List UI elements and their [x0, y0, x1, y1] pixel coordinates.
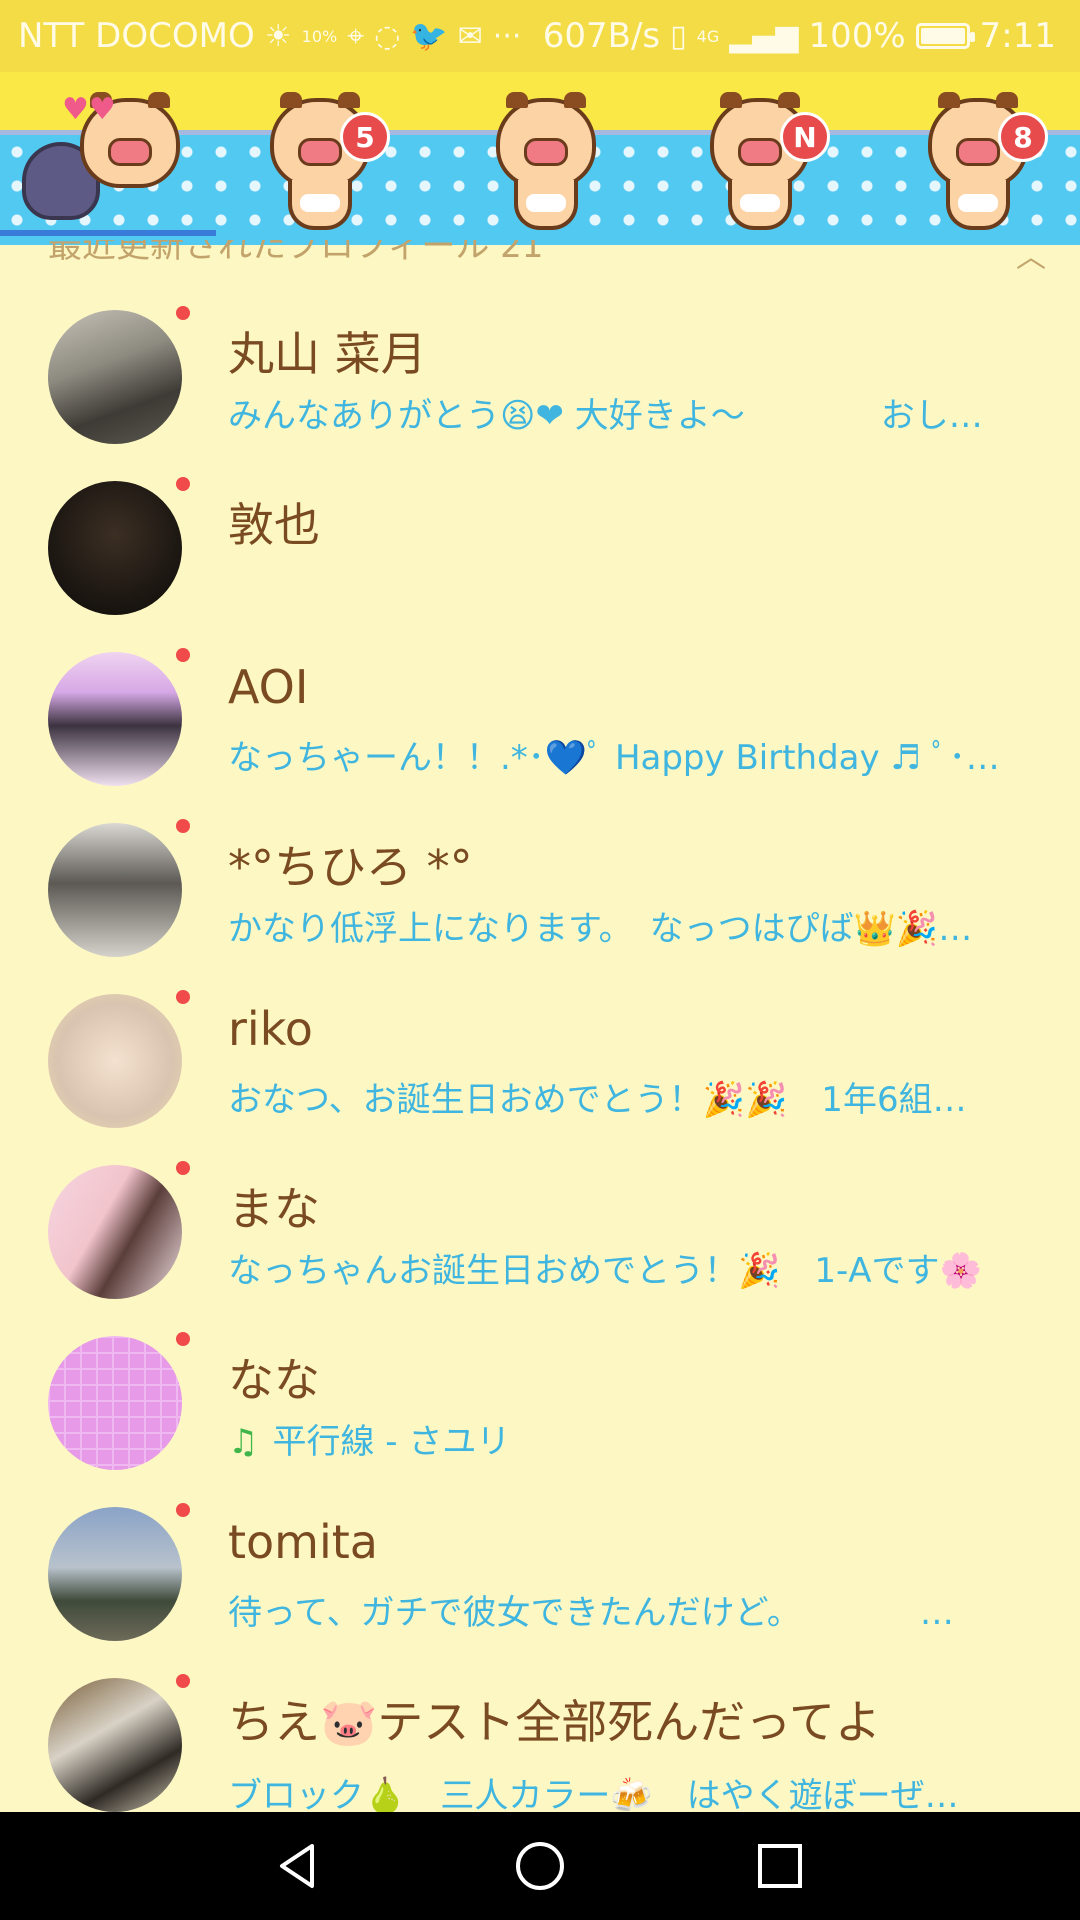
pig-body-icon	[946, 180, 1010, 230]
pig-body-icon	[514, 180, 578, 230]
new-indicator-dot	[176, 648, 190, 662]
new-indicator-dot	[176, 477, 190, 491]
recents-button[interactable]	[754, 1840, 806, 1892]
new-indicator-dot	[176, 990, 190, 1004]
new-indicator-dot	[176, 306, 190, 320]
friend-name: AOI	[228, 660, 309, 714]
avatar[interactable]	[48, 994, 182, 1128]
section-header[interactable]: 最近更新されたプロフィール 21 ︿	[0, 240, 1080, 270]
list-item[interactable]: AOI なっちゃーん！！.*･💙ﾟ Happy Birthday ♬ ﾟ･💙*.	[0, 622, 1080, 792]
recents-square-icon	[758, 1844, 802, 1888]
mail-icon: ✉	[457, 18, 483, 54]
friend-name: まな	[228, 1182, 320, 1236]
avatar[interactable]	[48, 310, 182, 444]
friend-name: 丸山 菜月	[228, 327, 427, 381]
back-triangle-icon	[280, 1844, 314, 1888]
avatar[interactable]	[48, 481, 182, 615]
battery-icon	[915, 23, 975, 49]
tab-news[interactable]: N	[686, 92, 830, 240]
avatar[interactable]	[48, 823, 182, 957]
tab-bar: ♥♥ 5 N 8	[0, 72, 1080, 245]
tab-badge: 5	[340, 112, 390, 162]
avatar[interactable]	[48, 1165, 182, 1299]
list-item[interactable]: riko おなつ、お誕生日おめでとう！🎉🎉 1年6組…	[0, 964, 1080, 1134]
section-title: 最近更新されたプロフィール 21	[48, 240, 544, 266]
weather-icon: ☀	[264, 18, 292, 54]
sync-icon: ◌	[374, 18, 401, 54]
friend-status: みんなありがとう😫❤ 大好きよ〜 おし…	[228, 396, 983, 436]
tab-talk[interactable]: 5	[246, 92, 390, 240]
list-item[interactable]: まな なっちゃんお誕生日おめでとう！🎉 1-Aです🌸	[0, 1135, 1080, 1305]
carrier-label: NTT DOCOMO	[18, 16, 255, 56]
hearts-icon: ♥♥	[62, 92, 116, 127]
new-indicator-dot	[176, 819, 190, 833]
friend-name: riko	[228, 1002, 313, 1056]
friend-status: かなり低浮上になります。 なっつはぴば👑🎉…	[228, 909, 973, 949]
twitter-icon: 🐦	[410, 18, 448, 54]
pig-body-icon	[728, 180, 792, 230]
tab-badge: 8	[998, 112, 1048, 162]
more-icon: ···	[492, 18, 522, 54]
clock: 7:11	[979, 16, 1056, 56]
friend-name: tomita	[228, 1515, 378, 1569]
list-item[interactable]: ちえ🐷テスト全部死んだってよ ブロック🍐 三人カラー🍻 はやく遊ぼーぜ…	[0, 1648, 1080, 1818]
friend-status: ブロック🍐 三人カラー🍻 はやく遊ぼーぜ…	[228, 1776, 959, 1816]
list-item[interactable]: 丸山 菜月 みんなありがとう😫❤ 大好きよ〜 おし…	[0, 280, 1080, 450]
list-item[interactable]: *°ちひろ *° かなり低浮上になります。 なっつはぴば👑🎉…	[0, 793, 1080, 963]
avatar[interactable]	[48, 1678, 182, 1812]
weather-label: 10%	[301, 26, 338, 46]
pig-body-icon	[288, 180, 352, 230]
new-indicator-dot	[176, 1503, 190, 1517]
network-speed: 607B/s	[542, 16, 661, 56]
network-type: 4G	[696, 26, 720, 46]
tab-badge: N	[780, 112, 830, 162]
music-note-icon: ♫	[228, 1422, 259, 1462]
music-title: 平行線 - さユリ	[272, 1422, 511, 1462]
new-indicator-dot	[176, 1161, 190, 1175]
avatar[interactable]	[48, 652, 182, 786]
avatar[interactable]	[48, 1336, 182, 1470]
pig-icon	[496, 92, 596, 188]
new-indicator-dot	[176, 1332, 190, 1346]
friend-name: ちえ🐷テスト全部死んだってよ	[228, 1695, 881, 1749]
friend-status: ♫ 平行線 - さユリ	[228, 1414, 1028, 1463]
friend-status: なっちゃーん！！.*･💙ﾟ Happy Birthday ♬ ﾟ･💙*.	[228, 738, 1028, 778]
friend-status: なっちゃんお誕生日おめでとう！🎉 1-Aです🌸	[228, 1251, 982, 1291]
battery-percent: 100%	[808, 16, 906, 56]
system-nav-bar	[0, 1812, 1080, 1920]
friend-name: なな	[228, 1353, 320, 1407]
new-indicator-dot	[176, 1674, 190, 1688]
list-item[interactable]: tomita 待って、ガチで彼女できたんだけど。 …	[0, 1477, 1080, 1647]
tab-timeline[interactable]	[472, 92, 612, 240]
avatar[interactable]	[48, 1507, 182, 1641]
home-circle-icon	[516, 1842, 564, 1890]
maps-icon: ⌖	[347, 18, 365, 54]
friend-name: *°ちひろ *°	[228, 840, 473, 894]
friend-name: 敦也	[228, 498, 320, 552]
tab-selected-indicator	[0, 230, 216, 236]
status-bar: NTT DOCOMO ☀ 10% ⌖ ◌ 🐦 ✉ ··· 607B/s ▯ 4G…	[0, 0, 1080, 72]
vibrate-icon: ▯	[670, 18, 687, 54]
friend-status: おなつ、お誕生日おめでとう！🎉🎉 1年6組…	[228, 1080, 967, 1120]
tab-more[interactable]: 8	[904, 92, 1048, 240]
back-button[interactable]	[272, 1840, 324, 1892]
friend-status: 待って、ガチで彼女できたんだけど。 …	[228, 1593, 954, 1633]
chevron-up-icon[interactable]: ︿	[1016, 240, 1046, 270]
list-item[interactable]: なな ♫ 平行線 - さユリ	[0, 1306, 1080, 1476]
signal-icon: ▂▄▆	[729, 18, 799, 54]
tab-home[interactable]: ♥♥	[0, 92, 180, 240]
home-button[interactable]	[514, 1840, 566, 1892]
list-item[interactable]: 敦也	[0, 451, 1080, 621]
